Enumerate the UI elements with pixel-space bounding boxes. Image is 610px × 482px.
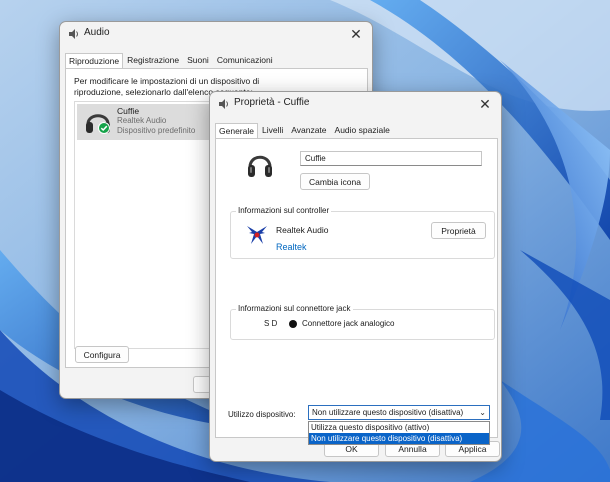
properties-titlebar[interactable]: Proprietà - Cuffie ✕ <box>210 92 501 116</box>
audio-tabs: Riproduzione Registrazione Suoni Comunic… <box>65 52 277 69</box>
controller-name: Realtek Audio <box>276 225 329 235</box>
device-usage-select[interactable]: Non utilizzare questo dispositivo (disat… <box>308 405 490 420</box>
speaker-icon <box>218 98 230 110</box>
option-disable-device[interactable]: Non utilizzare questo dispositivo (disat… <box>309 433 489 444</box>
jack-connector-label: Connettore jack analogico <box>302 319 395 328</box>
jack-side-label: S D <box>264 319 278 328</box>
jack-info-group: Informazioni sul connettore jack S D Con… <box>230 304 495 340</box>
jack-dot-icon <box>289 320 297 328</box>
properties-window-title: Proprietà - Cuffie <box>234 97 310 108</box>
tab-avanzate[interactable]: Avanzate <box>287 122 330 138</box>
audio-window-title: Audio <box>84 27 110 38</box>
general-tab-panel: Cambia icona Informazioni sul controller… <box>215 138 498 438</box>
device-usage-label: Utilizzo dispositivo: <box>228 410 296 419</box>
tab-audio-spaziale[interactable]: Audio spaziale <box>331 122 394 138</box>
check-badge-icon <box>98 122 110 134</box>
device-name: Cuffie <box>117 106 140 116</box>
option-use-device[interactable]: Utilizza questo dispositivo (attivo) <box>309 422 489 433</box>
tab-riproduzione[interactable]: Riproduzione <box>65 53 124 69</box>
controller-info-group: Informazioni sul controller Realtek Audi… <box>230 206 495 259</box>
device-usage-dropdown: Utilizza questo dispositivo (attivo) Non… <box>308 421 490 445</box>
tab-registrazione[interactable]: Registrazione <box>123 52 183 68</box>
chevron-down-icon: ⌄ <box>479 408 486 417</box>
controller-info-legend: Informazioni sul controller <box>236 206 332 215</box>
configure-button[interactable]: Configura <box>75 346 129 363</box>
device-name-field[interactable] <box>300 151 482 166</box>
properties-window: Proprietà - Cuffie ✕ Generale Livelli Av… <box>209 91 502 462</box>
device-driver: Realtek Audio <box>117 116 167 125</box>
tab-livelli[interactable]: Livelli <box>258 122 287 138</box>
realtek-logo-icon <box>245 224 269 246</box>
jack-info-legend: Informazioni sul connettore jack <box>236 304 353 313</box>
device-usage-selected: Non utilizzare questo dispositivo (disat… <box>312 408 464 417</box>
close-icon[interactable]: ✕ <box>346 24 366 44</box>
change-icon-button[interactable]: Cambia icona <box>300 173 370 190</box>
close-icon[interactable]: ✕ <box>475 94 495 114</box>
tab-suoni[interactable]: Suoni <box>183 52 213 68</box>
properties-tabs: Generale Livelli Avanzate Audio spaziale <box>215 122 394 139</box>
device-status: Dispositivo predefinito <box>117 126 196 135</box>
controller-properties-button[interactable]: Proprietà <box>431 222 486 239</box>
realtek-link[interactable]: Realtek <box>276 242 307 252</box>
tab-generale[interactable]: Generale <box>215 123 258 139</box>
tab-comunicazioni[interactable]: Comunicazioni <box>213 52 277 68</box>
audio-titlebar[interactable]: Audio ✕ <box>60 22 372 46</box>
headphones-icon <box>247 150 273 180</box>
speaker-icon <box>68 28 80 40</box>
